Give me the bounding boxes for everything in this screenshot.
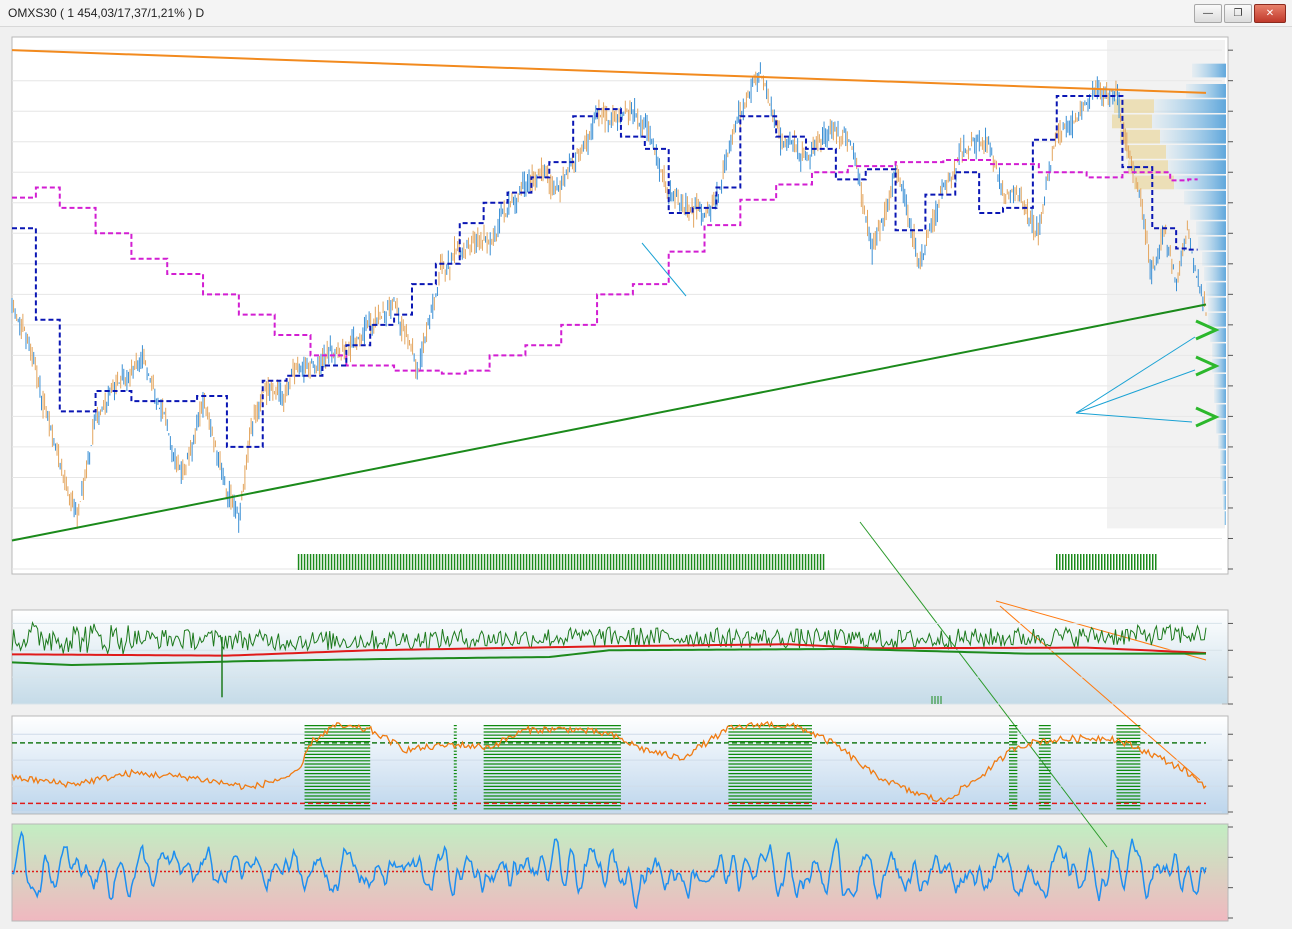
volume-bar-highlight xyxy=(1120,129,1160,144)
volume-bar xyxy=(1216,419,1226,434)
volume-bar xyxy=(1152,114,1226,129)
chart-area[interactable] xyxy=(0,27,1292,929)
volume-bar xyxy=(1214,389,1226,403)
volume-bar xyxy=(1224,511,1226,526)
volatility-panel xyxy=(11,609,1229,705)
window-controls: — ❐ ✕ xyxy=(1194,4,1286,23)
volume-bar xyxy=(1218,434,1226,449)
volume-bar xyxy=(1223,496,1226,510)
volume-bar xyxy=(1202,251,1226,266)
volume-bar xyxy=(1196,221,1226,236)
volume-bar xyxy=(1220,465,1226,480)
window-title: OMXS30 ( 1 454,03/17,37/1,21% ) D xyxy=(8,6,205,20)
volume-bar xyxy=(1198,236,1226,251)
volume-bar xyxy=(1214,373,1226,388)
volume-bar xyxy=(1206,282,1226,297)
oscillator-panel xyxy=(11,823,1229,922)
restore-button[interactable]: ❐ xyxy=(1224,4,1252,23)
volume-bar-highlight xyxy=(1134,175,1174,190)
volume-bar xyxy=(1166,145,1226,159)
volume-bar xyxy=(1154,99,1226,113)
volume-bar xyxy=(1174,175,1226,190)
volume-bar-highlight xyxy=(1126,145,1166,159)
volume-bar xyxy=(1192,63,1226,78)
volume-bar xyxy=(1220,450,1226,464)
volume-bar-highlight xyxy=(1114,99,1154,113)
volume-bar xyxy=(1184,190,1226,205)
close-button[interactable]: ✕ xyxy=(1254,4,1286,23)
volume-bar xyxy=(1168,160,1226,175)
minimize-button[interactable]: — xyxy=(1194,4,1222,23)
window-titlebar: OMXS30 ( 1 454,03/17,37/1,21% ) D — ❐ ✕ xyxy=(0,0,1292,27)
volume-bar xyxy=(1212,343,1226,358)
volume-bar-highlight xyxy=(1112,114,1152,129)
volume-bar xyxy=(1208,312,1226,327)
volume-bar xyxy=(1208,297,1226,312)
volume-bar xyxy=(1160,129,1226,144)
volume-bar xyxy=(1204,267,1226,281)
volume-bar xyxy=(1186,83,1226,98)
volume-bar xyxy=(1190,206,1226,220)
volume-bar xyxy=(1222,480,1226,495)
